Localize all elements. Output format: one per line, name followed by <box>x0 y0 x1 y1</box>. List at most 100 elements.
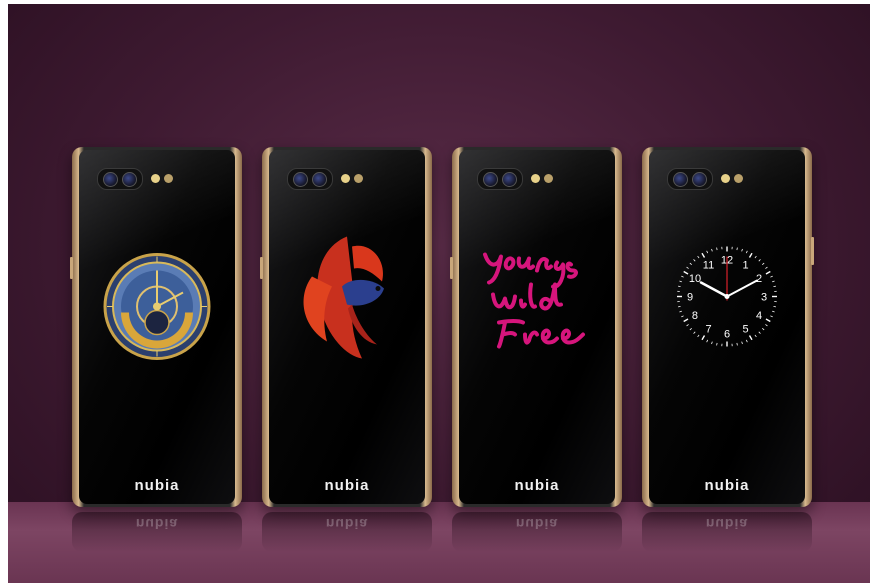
clock-number: 10 <box>689 273 701 285</box>
sensor-icon <box>544 174 553 183</box>
analog-clock-display: 12 1 2 3 4 5 6 7 8 9 10 11 <box>673 242 781 355</box>
clock-number: 1 <box>742 259 748 271</box>
flash-icon <box>341 174 350 183</box>
clock-tick <box>686 323 689 326</box>
clock-number: 2 <box>756 273 762 285</box>
clock-tick <box>683 318 689 322</box>
clock-tick <box>716 342 718 346</box>
astronomical-clock-display <box>103 253 211 366</box>
clock-tick <box>770 275 773 278</box>
sensor-icon <box>354 174 363 183</box>
clock-tick <box>736 247 738 250</box>
sensor-icon <box>164 174 173 183</box>
clock-tick <box>745 250 748 253</box>
phone-back-glass: 12 1 2 3 4 5 6 7 8 9 10 11 nubia <box>649 150 805 504</box>
dual-camera <box>477 168 523 190</box>
clock-tick <box>716 247 718 250</box>
camera-lens-icon <box>673 172 688 187</box>
camera-lens-icon <box>103 172 118 187</box>
clock-tick <box>772 280 775 282</box>
clock-tick <box>748 252 753 258</box>
clock-tick <box>686 266 689 269</box>
clock-tick <box>765 318 771 322</box>
clock-tick <box>758 331 761 334</box>
phone-reflection: nubia <box>262 512 432 552</box>
clock-number: 3 <box>761 291 767 303</box>
clock-tick <box>748 334 753 340</box>
clock-tick <box>678 305 681 307</box>
clock-number: 5 <box>742 323 748 335</box>
clock-tick <box>772 310 775 313</box>
brand-logo: nubia <box>134 477 180 494</box>
clock-tick <box>697 255 700 258</box>
hour-hand <box>699 280 729 298</box>
clock-tick <box>758 258 761 262</box>
clock-tick <box>701 252 706 258</box>
clock-tick <box>741 341 743 344</box>
clock-tick <box>770 315 773 317</box>
brand-logo: nubia <box>704 477 750 494</box>
side-button <box>811 237 814 265</box>
clock-tick <box>736 342 738 346</box>
brand-logo: nubia <box>324 477 370 494</box>
minute-hand <box>726 279 758 298</box>
flash-icon <box>151 174 160 183</box>
phone-astronomical-clock: nubia <box>70 147 242 507</box>
phone-lettering: nubia <box>450 147 622 507</box>
clock-tick <box>679 310 682 313</box>
camera-lens-icon <box>312 172 327 187</box>
clock-tick <box>706 339 709 343</box>
clock-number: 6 <box>724 328 730 340</box>
side-button <box>260 257 263 279</box>
clock-center <box>724 293 730 299</box>
clock-tick <box>679 280 682 282</box>
product-scene: nubia nubia nubia 12 1 2 3 4 5 6 7 8 9 1… <box>8 4 870 583</box>
clock-tick <box>701 334 706 340</box>
clock-tick <box>711 341 713 344</box>
clock-tick <box>762 327 765 330</box>
clock-tick <box>693 258 696 262</box>
camera-lens-icon <box>293 172 308 187</box>
dual-camera <box>97 168 143 190</box>
betta-fish-display <box>292 226 402 371</box>
dual-camera <box>287 168 333 190</box>
camera-lens-icon <box>692 172 707 187</box>
side-button <box>450 257 453 279</box>
phone-back-glass: nubia <box>79 150 235 504</box>
clock-tick <box>693 331 696 334</box>
phone-reflection: nubia <box>642 512 812 552</box>
clock-number: 4 <box>756 310 762 322</box>
clock-tick <box>745 339 748 343</box>
sensor-icon <box>734 174 743 183</box>
clock-number: 8 <box>692 310 698 322</box>
clock-tick <box>762 262 765 265</box>
phone-back-glass: nubia <box>269 150 425 504</box>
phone-betta-fish: nubia <box>260 147 432 507</box>
clock-tick <box>765 323 768 326</box>
clock-tick <box>681 275 684 278</box>
clock-tick <box>754 255 757 258</box>
dual-camera <box>667 168 713 190</box>
clock-tick <box>689 327 692 330</box>
flash-icon <box>531 174 540 183</box>
camera-lens-icon <box>483 172 498 187</box>
flash-icon <box>721 174 730 183</box>
script-lettering-artwork <box>479 236 595 361</box>
clock-tick <box>678 285 681 287</box>
brand-logo: nubia <box>514 477 560 494</box>
clock-tick <box>765 270 771 275</box>
phone-analog-clock: 12 1 2 3 4 5 6 7 8 9 10 11 nubia <box>642 147 814 507</box>
side-button <box>70 257 73 279</box>
clock-tick <box>741 248 743 252</box>
clock-tick <box>773 285 776 287</box>
phone-reflection: nubia <box>72 512 242 552</box>
clock-tick <box>711 248 713 252</box>
clock-number: 7 <box>705 323 711 335</box>
phone-back-glass: nubia <box>459 150 615 504</box>
phone-reflection: nubia <box>452 512 622 552</box>
clock-tick <box>773 305 776 307</box>
camera-lens-icon <box>122 172 137 187</box>
clock-tick <box>754 334 757 337</box>
clock-tick <box>683 270 689 275</box>
clock-tick <box>689 262 692 265</box>
